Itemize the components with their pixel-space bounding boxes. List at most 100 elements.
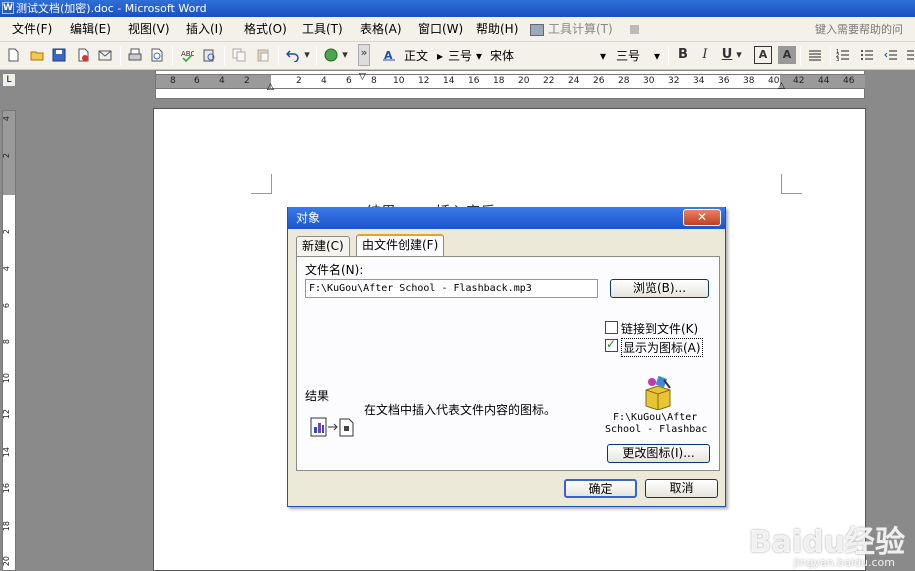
display-as-icon-checkbox[interactable] (605, 337, 618, 352)
ruler-tick: 12 (418, 76, 430, 86)
undo-dropdown-icon[interactable]: ▾ (302, 46, 312, 64)
print-preview-icon[interactable] (148, 46, 166, 64)
display-as-icon-label[interactable]: 显示为图标(A) (621, 338, 703, 357)
vruler-tick: 2 (2, 229, 11, 235)
menu-insert[interactable]: 插入(I) (186, 17, 223, 42)
numbering-icon[interactable]: 123 (834, 46, 852, 64)
ruler-tick: 8 (170, 76, 176, 86)
italic-button[interactable]: I (696, 46, 714, 64)
new-document-icon[interactable] (4, 46, 22, 64)
ruler-tick: 30 (643, 76, 655, 86)
save-icon[interactable] (50, 46, 68, 64)
char-shading-button[interactable]: A (778, 46, 796, 64)
char-border-button[interactable]: A (754, 46, 772, 64)
ruler-tick: 34 (693, 76, 705, 86)
icon-caption-line1: F:\KuGou\After (613, 412, 698, 423)
globe-dropdown-icon[interactable]: ▾ (340, 46, 350, 64)
style-dropdown-arrow[interactable]: ▸ (437, 47, 443, 65)
horizontal-ruler[interactable]: 8 6 4 2 2 4 6 8 10 12 14 16 18 20 22 24 … (155, 72, 865, 92)
menu-table[interactable]: 表格(A) (360, 17, 402, 42)
bullets-icon[interactable] (858, 46, 876, 64)
toolbar-options-icon[interactable]: » (358, 44, 370, 66)
styles-formatting-icon[interactable]: A (380, 46, 398, 64)
ruler-tick: 4 (321, 76, 327, 86)
font-combo[interactable]: 宋体 (490, 47, 514, 65)
browse-button[interactable]: 浏览(B)... (610, 279, 709, 298)
ruler-tick: 38 (743, 76, 755, 86)
tab-create-from-file[interactable]: 由文件创建(F) (356, 234, 445, 256)
bold-button[interactable]: B (674, 46, 692, 64)
permission-icon[interactable] (74, 46, 92, 64)
stop-icon[interactable] (630, 17, 639, 42)
ruler-tick: 36 (718, 76, 730, 86)
spelling-icon[interactable]: ABC (178, 46, 196, 64)
ruler-tick: 26 (593, 76, 605, 86)
link-to-file-label[interactable]: 链接到文件(K) (621, 320, 698, 337)
vruler-tick: 14 (2, 447, 11, 458)
menu-view[interactable]: 视图(V) (128, 17, 170, 42)
ruler-tick: 10 (393, 76, 405, 86)
close-icon[interactable]: ✕ (683, 209, 721, 226)
style-combo[interactable]: 正文 (404, 47, 428, 65)
menu-format[interactable]: 格式(O) (244, 17, 287, 42)
menu-tools[interactable]: 工具(T) (302, 17, 343, 42)
tab-selector-button[interactable]: L (2, 73, 16, 87)
increase-indent-icon[interactable] (902, 46, 914, 64)
object-dialog: 对象 ✕ 新建(C) 由文件创建(F) 文件名(N): F:\KuGou\Aft… (287, 207, 726, 507)
ruler-tick: 4 (219, 76, 225, 86)
right-indent-marker[interactable]: △ (778, 81, 785, 91)
menu-bar: 文件(F) 编辑(E) 视图(V) 插入(I) 格式(O) 工具(T) 表格(A… (0, 17, 915, 42)
decrease-indent-icon[interactable] (882, 46, 900, 64)
paste-icon[interactable] (254, 46, 272, 64)
calculator-icon (530, 23, 544, 36)
research-icon[interactable] (200, 46, 218, 64)
menu-edit[interactable]: 编辑(E) (70, 17, 111, 42)
size-combo[interactable]: 三号 (448, 47, 472, 65)
ruler-tick: 18 (493, 76, 505, 86)
svg-text:3: 3 (836, 57, 839, 62)
tab-create-new[interactable]: 新建(C) (296, 236, 350, 256)
cancel-button[interactable]: 取消 (645, 479, 718, 498)
crop-mark-top-left (251, 174, 272, 194)
change-icon-button[interactable]: 更改图标(I)... (607, 444, 710, 463)
ruler-tick: 24 (568, 76, 580, 86)
vruler-tick: 12 (2, 409, 11, 420)
result-description: 在文档中插入代表文件内容的图标。 (364, 403, 557, 417)
help-search-box[interactable]: 键入需要帮助的问 (815, 17, 915, 42)
crop-mark-top-right (781, 174, 802, 194)
align-justify-icon[interactable] (806, 46, 824, 64)
copy-icon[interactable] (230, 46, 248, 64)
vertical-ruler[interactable]: 4 2 2 4 6 8 10 12 14 16 18 20 (2, 110, 16, 571)
menu-help[interactable]: 帮助(H) (476, 17, 518, 42)
dialog-title-bar[interactable]: 对象 ✕ (288, 207, 725, 229)
filename-input[interactable]: F:\KuGou\After School - Flashback.mp3 (305, 279, 598, 298)
menu-tool-calc[interactable]: 工具计算(T) (530, 17, 613, 42)
ruler-tick: 2 (244, 76, 250, 86)
ruler-tick: 16 (468, 76, 480, 86)
package-icon (642, 375, 674, 413)
size-dropdown-arrow[interactable]: ▾ (476, 47, 482, 65)
first-line-indent-marker[interactable]: ▽ (359, 72, 366, 82)
underline-dropdown-icon[interactable]: ▾ (734, 46, 744, 64)
link-to-file-checkbox[interactable] (605, 321, 618, 334)
font-size-combo[interactable]: 三号 (616, 47, 640, 65)
ruler-tick: 32 (668, 76, 680, 86)
ruler-tick: 2 (296, 76, 302, 86)
font-dropdown-arrow[interactable]: ▾ (600, 47, 606, 65)
svg-text:ABC: ABC (181, 50, 194, 58)
email-icon[interactable] (96, 46, 114, 64)
ok-button[interactable]: 确定 (564, 479, 637, 498)
vruler-tick: 4 (2, 266, 11, 272)
filename-label: 文件名(N): (305, 263, 364, 277)
ruler-tick: 14 (443, 76, 455, 86)
font-size-dropdown-arrow[interactable]: ▾ (654, 47, 660, 65)
open-folder-icon[interactable] (28, 46, 46, 64)
menu-file[interactable]: 文件(F) (12, 17, 52, 42)
hyperlink-globe-icon[interactable] (322, 46, 340, 64)
menu-window[interactable]: 窗口(W) (418, 17, 463, 42)
left-indent-marker[interactable]: △ (267, 82, 274, 92)
undo-icon[interactable] (284, 46, 302, 64)
ruler-tick: 44 (818, 76, 830, 86)
print-icon[interactable] (126, 46, 144, 64)
tab-panel: 文件名(N): F:\KuGou\After School - Flashbac… (296, 256, 720, 471)
